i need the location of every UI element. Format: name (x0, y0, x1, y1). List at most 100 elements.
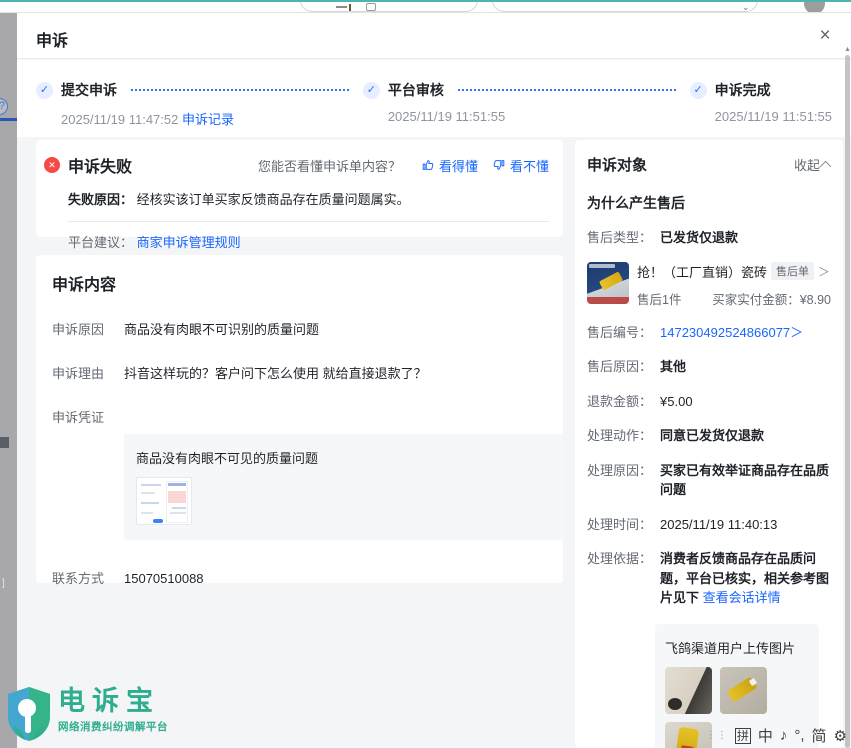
photos-title: 飞鸽渠道用户上传图片 (665, 638, 809, 657)
step-label: 平台审核 (388, 80, 444, 100)
shield-fist-icon (6, 686, 52, 742)
modal-header: 申诉 × (17, 13, 851, 59)
ime-punctuation-toggle[interactable]: °, (794, 727, 804, 744)
aftersale-why-title: 为什么产生售后 (587, 193, 831, 213)
chevron-right-icon: ＞ (818, 263, 830, 280)
platform-suggest-label: 平台建议： (68, 235, 133, 250)
aftersale-badge: 售后单 (771, 262, 814, 280)
aftersale-reason-row: 售后原因： 其他 (587, 357, 831, 377)
contact-value: 15070510088 (124, 570, 204, 588)
product-thumbnail (587, 262, 629, 304)
appeal-evidence-row: 申诉凭证 (52, 409, 549, 427)
appeal-modal: 申诉 × ✓ 提交申诉 2025/11/19 11:47:52 申诉记录 ✓ 平… (17, 13, 851, 748)
scrollbar-thumb[interactable] (845, 55, 850, 748)
ime-settings-gear-icon[interactable]: ⚙ (834, 727, 847, 745)
chevron-up-icon (820, 160, 831, 171)
evidence-screenshot-thumbnail[interactable] (136, 477, 192, 525)
modal-backdrop: ? ] (0, 13, 17, 748)
modal-title: 申诉 (36, 27, 68, 51)
collapse-label: 收起 (794, 155, 820, 174)
collapse-button[interactable]: 收起 (794, 155, 831, 174)
step-time: 2025/11/19 11:51:55 (388, 109, 505, 124)
user-photo-2[interactable] (720, 667, 767, 714)
backdrop-bracket: ] (2, 578, 5, 589)
row-label: 申诉理由 (52, 365, 104, 383)
handle-action-row: 处理动作： 同意已发货仅退款 (587, 426, 831, 446)
error-icon: ✕ (44, 157, 60, 173)
tab-favicon (366, 3, 376, 11)
divider (68, 221, 549, 222)
appeal-content-title: 申诉内容 (52, 271, 549, 295)
product-title: 抢！（工厂直销）瓷砖地砖... (637, 262, 767, 281)
evidence-text: 商品没有肉眼不可见的质量问题 (136, 448, 551, 467)
step-connector (131, 89, 349, 91)
appeal-rules-link[interactable]: 商家申诉管理规则 (137, 235, 241, 250)
close-icon[interactable]: × (815, 26, 835, 46)
appeal-reason-row: 申诉原因 商品没有肉眼不可识别的质量问题 (52, 321, 549, 339)
paid-label: 买家实付金额： (712, 293, 800, 307)
appeal-record-link[interactable]: 申诉记录 (182, 112, 234, 127)
appeal-progress-stepper: ✓ 提交申诉 2025/11/19 11:47:52 申诉记录 ✓ 平台审核 2… (17, 60, 851, 137)
appeal-target-card: 申诉对象 收起 为什么产生售后 售后类型： 已发货仅退款 抢！（工厂直销）瓷砖地… (575, 140, 843, 748)
aftersale-type-row: 售后类型： 已发货仅退款 (587, 228, 831, 248)
field-label: 售后类型： (587, 228, 652, 248)
ime-toolbar: ⋮⋮ 拼 中 ♪ °, 简 ⚙ (706, 725, 847, 746)
not-understand-label: 看不懂 (510, 156, 549, 175)
step-label: 提交申诉 (61, 80, 117, 100)
target-title: 申诉对象 (587, 154, 647, 175)
field-value: 2025/11/19 11:40:13 (660, 515, 777, 535)
download-icon[interactable]: ⌄ (742, 3, 750, 12)
browser-tab-pill[interactable] (300, 0, 478, 12)
check-icon: ✓ (363, 82, 380, 99)
appeal-content-card: 申诉内容 申诉原因 商品没有肉眼不可识别的质量问题 申诉理由 抖音这样玩的？客户… (36, 255, 563, 583)
tab-cursor-decoration (349, 4, 351, 11)
field-value: ¥5.00 (660, 392, 693, 412)
ime-voice-icon[interactable]: ♪ (780, 727, 788, 744)
view-conversation-link[interactable]: 查看会话详情 (703, 590, 781, 605)
handle-reason-row: 处理原因： 买家已有效举证商品存在品质问题 (587, 461, 831, 500)
ime-simplified-toggle[interactable]: 简 (812, 725, 827, 746)
watermark-name: 电诉宝 (58, 686, 168, 716)
ime-drag-handle[interactable]: ⋮⋮ (706, 730, 728, 741)
appeal-result-title: 申诉失败 (68, 153, 132, 177)
understand-label: 看得懂 (439, 156, 478, 175)
fail-reason-label: 失败原因： (68, 192, 133, 207)
row-value: 商品没有肉眼不可识别的质量问题 (124, 321, 319, 339)
step-complete: ✓ 申诉完成 2025/11/19 11:51:55 (690, 80, 832, 137)
appeal-argument-row: 申诉理由 抖音这样玩的？客户问下怎么使用 就给直接退款了？ (52, 365, 549, 383)
step-time: 2025/11/19 11:47:52 (61, 112, 178, 127)
field-label: 退款金额： (587, 392, 652, 412)
row-label: 申诉原因 (52, 321, 104, 339)
survey-question: 您能否看懂申诉单内容？ (258, 156, 401, 175)
appeal-result-card: ✕ 申诉失败 您能否看懂申诉单内容？ 看得懂 看不懂 失败原因： 经核实该订单买… (36, 140, 563, 237)
ime-scheme-toggle[interactable]: 拼 (735, 728, 751, 744)
check-icon: ✓ (690, 82, 707, 99)
step-connector (458, 89, 676, 91)
browser-avatar[interactable] (804, 0, 825, 13)
understand-button[interactable]: 看得懂 (421, 156, 478, 175)
user-photo-1[interactable] (665, 667, 712, 714)
thumb-up-icon (421, 158, 435, 172)
not-understand-button[interactable]: 看不懂 (492, 156, 549, 175)
refund-amount-row: 退款金额： ¥5.00 (587, 392, 831, 412)
field-value: 其他 (660, 357, 686, 377)
step-time: 2025/11/19 11:51:55 (715, 109, 832, 124)
product-row[interactable]: 抢！（工厂直销）瓷砖地砖... 售后单 ＞ 售后1件 买家实付金额：¥8.90 (587, 262, 831, 308)
step-review: ✓ 平台审核 2025/11/19 11:51:55 (363, 80, 690, 137)
field-label: 售后原因： (587, 357, 652, 377)
handle-basis-row: 处理依据： 消费者反馈商品存在品质问题，平台已核实，相关参考图片见下 查看会话详… (587, 549, 831, 608)
ime-lang-toggle[interactable]: 中 (758, 725, 773, 746)
field-label: 处理原因： (587, 461, 652, 500)
chevron-right-icon[interactable]: ＞ (790, 325, 803, 340)
evidence-box: 商品没有肉眼不可见的质量问题 (124, 434, 563, 540)
scrollbar-up-arrow[interactable]: ▲ (844, 46, 850, 53)
field-value: 买家已有效举证商品存在品质问题 (660, 461, 831, 500)
field-value: 已发货仅退款 (660, 228, 738, 248)
browser-search-pill[interactable] (492, 0, 758, 12)
aftersale-order-link[interactable]: 147230492524866077 (660, 325, 790, 340)
step-label: 申诉完成 (715, 80, 771, 100)
backdrop-blue-line (0, 118, 17, 121)
contact-label: 联系方式 (52, 570, 104, 588)
watermark-subtitle: 网络消费纠纷调解平台 (58, 719, 168, 734)
fail-reason-text: 经核实该订单买家反馈商品存在质量问题属实。 (137, 192, 410, 207)
